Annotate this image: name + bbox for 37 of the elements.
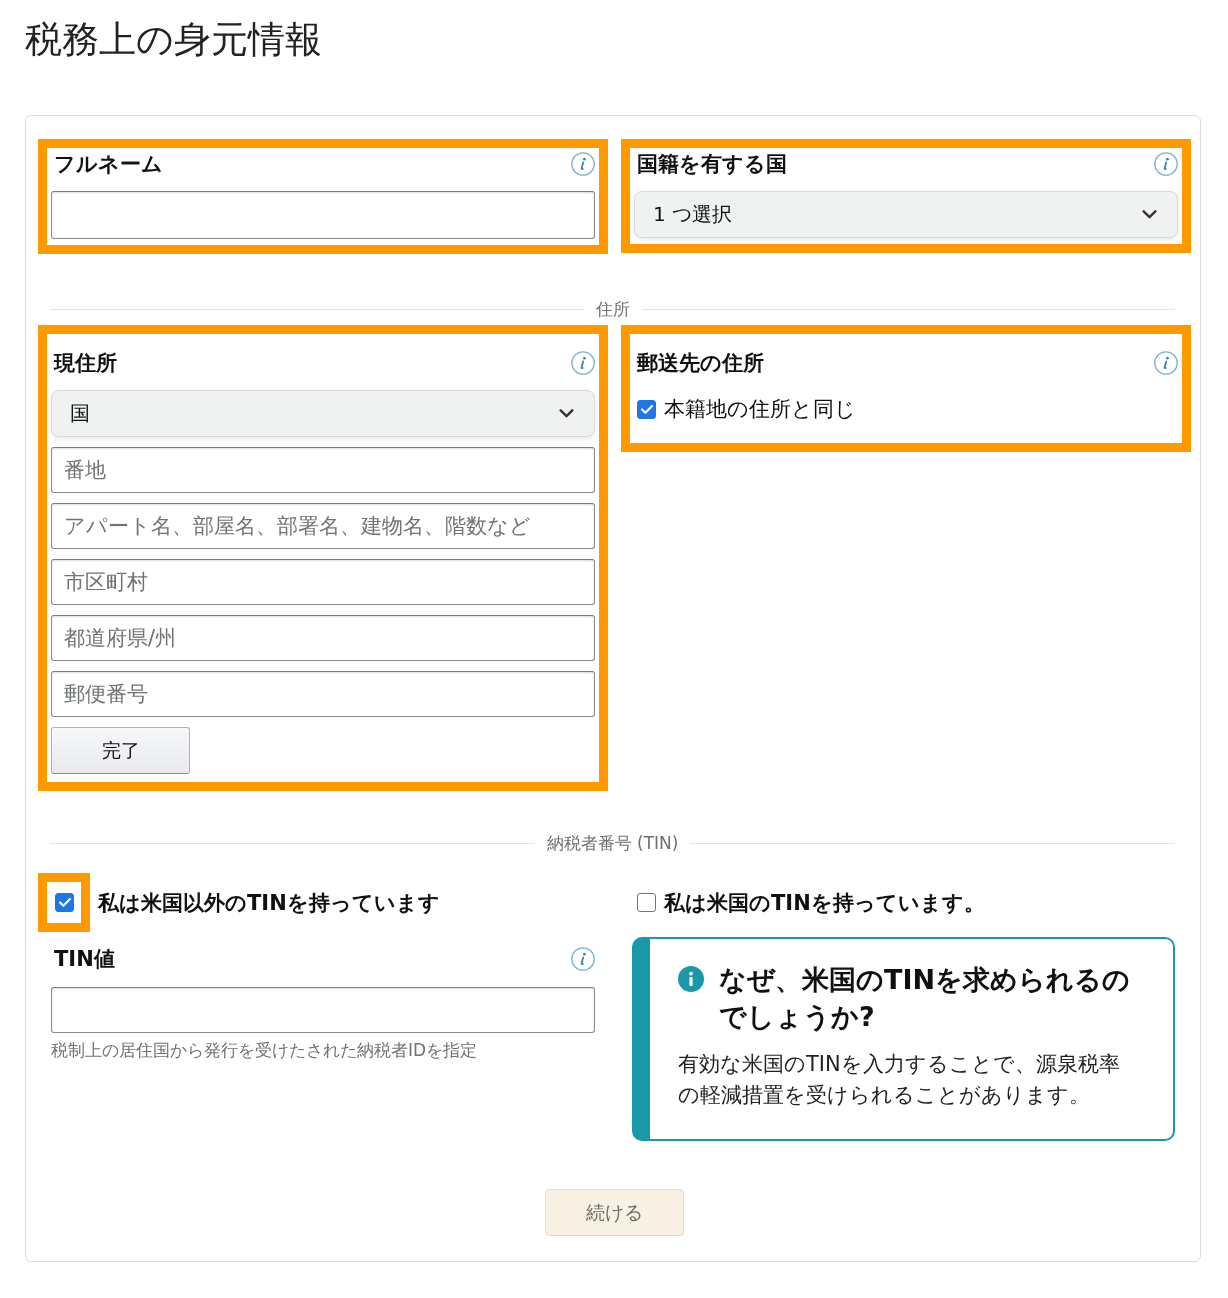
text-field[interactable]: 市区町村 <box>51 559 595 605</box>
done-button[interactable]: 完了 <box>51 727 190 774</box>
field-label: 現住所 <box>54 351 117 375</box>
info-icon[interactable] <box>571 152 595 176</box>
checkbox-label: 私は米国以外のTINを持っています <box>98 890 440 915</box>
text-field[interactable]: 郵便番号 <box>51 671 595 717</box>
checkbox[interactable] <box>637 399 656 419</box>
checkbox-label: 本籍地の住所と同じ <box>664 397 856 421</box>
section-divider-label: 住所 <box>594 299 631 319</box>
checkbox-label: 私は米国のTINを持っています。 <box>664 890 985 915</box>
dropdown[interactable]: 1 つ選択 <box>634 191 1178 238</box>
checkbox[interactable] <box>55 893 74 912</box>
text-field[interactable] <box>51 191 595 239</box>
page-title: 税務上の身元情報 <box>25 18 323 62</box>
info-icon[interactable] <box>571 351 595 375</box>
section-divider-label: 納税者番号 (TIN) <box>545 833 680 853</box>
text-field[interactable]: 番地 <box>51 447 595 493</box>
info-box-text: 有効な米国のTINを入力することで、源泉税率の軽減措置を受けられることがあります。 <box>678 1051 1121 1109</box>
text-field[interactable]: 都道府県/州 <box>51 615 595 661</box>
info-icon <box>678 966 704 992</box>
text-field[interactable]: アパート名、部屋名、部署名、建物名、階数など <box>51 503 595 549</box>
chevron-down-icon <box>1142 210 1157 219</box>
info-icon[interactable] <box>571 947 595 971</box>
field-label: 国籍を有する国 <box>637 152 787 176</box>
dropdown[interactable]: 国 <box>51 390 595 437</box>
field-label: TIN値 <box>54 947 115 971</box>
field-label: 郵送先の住所 <box>637 351 764 375</box>
checkmark-icon <box>640 404 653 414</box>
checkbox[interactable] <box>637 893 656 912</box>
info-icon[interactable] <box>1154 152 1178 176</box>
field-hint: 税制上の居住国から発行を受けたされた納税者IDを指定 <box>51 1039 479 1061</box>
info-box-title: なぜ、米国のTINを求められるのでしょうか? <box>719 963 1132 1034</box>
info-icon[interactable] <box>1154 351 1178 375</box>
field-label: フルネーム <box>54 152 163 176</box>
text-field[interactable] <box>51 987 595 1033</box>
chevron-down-icon <box>559 409 574 418</box>
checkmark-icon <box>58 898 71 907</box>
